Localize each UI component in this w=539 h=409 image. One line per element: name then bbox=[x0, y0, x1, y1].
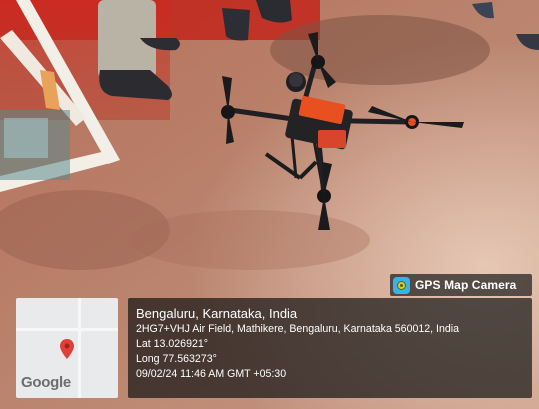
photo-frame: GPS Map Camera Google Bengaluru, Karnata… bbox=[0, 0, 539, 409]
latitude-line: Lat 13.026921° bbox=[136, 338, 208, 350]
soil-patch bbox=[130, 210, 370, 270]
map-thumbnail: Google bbox=[16, 298, 118, 398]
app-name-label: GPS Map Camera bbox=[415, 278, 517, 292]
location-info-panel: Bengaluru, Karnataka, India 2HG7+VHJ Air… bbox=[128, 298, 532, 398]
map-road bbox=[78, 298, 81, 398]
longitude-line: Long 77.563273° bbox=[136, 353, 217, 365]
dark-soil-patch bbox=[270, 15, 490, 85]
map-pin-icon bbox=[60, 339, 74, 359]
address-line: 2HG7+VHJ Air Field, Mathikere, Bengaluru… bbox=[136, 323, 460, 335]
google-logo: Google bbox=[21, 374, 71, 391]
gps-map-camera-badge: GPS Map Camera bbox=[390, 274, 532, 296]
gps-map-camera-app-icon bbox=[393, 276, 410, 294]
map-road bbox=[16, 328, 118, 331]
timestamp-line: 09/02/24 11:46 AM GMT +05:30 bbox=[136, 368, 287, 380]
location-title: Bengaluru, Karnataka, India bbox=[136, 306, 298, 321]
